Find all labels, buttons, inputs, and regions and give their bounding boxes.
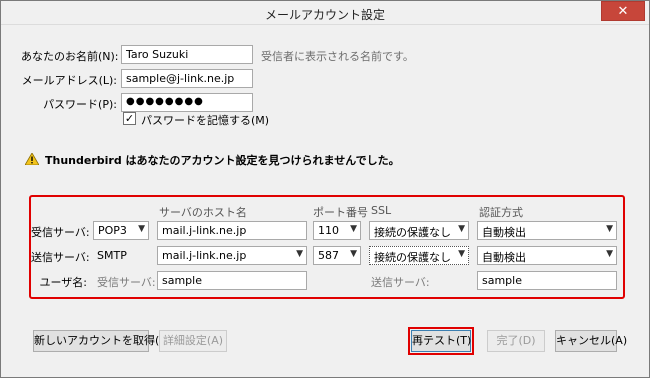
incoming-host-field[interactable]: mail.j-link.ne.jp — [157, 221, 307, 240]
chevron-down-icon: ▼ — [350, 224, 357, 234]
chevron-down-icon: ▼ — [296, 249, 303, 259]
username-outgoing-label: 送信サーバ: — [371, 276, 430, 289]
outgoing-username-field[interactable]: sample — [477, 271, 617, 290]
column-header-ssl: SSL — [371, 204, 392, 217]
retest-button[interactable]: 再テスト(T) — [408, 327, 474, 355]
incoming-port-select[interactable]: 110 ▼ — [313, 221, 361, 240]
window-title: メールアカウント設定 — [264, 8, 385, 22]
outgoing-auth-select[interactable]: 自動検出 ▼ — [477, 246, 617, 265]
cancel-button[interactable]: キャンセル(A) — [555, 330, 627, 352]
outgoing-auth-value: 自動検出 — [482, 251, 526, 264]
column-header-port: ポート番号 — [313, 206, 368, 219]
username-incoming-label: 受信サーバ: — [97, 276, 156, 289]
chevron-down-icon: ▼ — [350, 249, 357, 259]
incoming-auth-value: 自動検出 — [482, 226, 526, 239]
done-button[interactable]: 完了(D) — [487, 330, 545, 352]
outgoing-host-value: mail.j-link.ne.jp — [162, 249, 247, 262]
name-hint: 受信者に表示される名前です。 — [261, 50, 414, 63]
get-new-account-button[interactable]: 新しいアカウントを取得(G) — [33, 330, 172, 352]
chevron-down-icon: ▼ — [138, 224, 145, 234]
outgoing-port-value: 587 — [318, 249, 339, 262]
outgoing-host-select[interactable]: mail.j-link.ne.jp ▼ — [157, 246, 307, 265]
username-label: ユーザ名: — [39, 276, 88, 289]
outgoing-port-select[interactable]: 587 ▼ — [313, 246, 361, 265]
remember-password-checkbox[interactable]: ✓ — [123, 112, 136, 125]
chevron-down-icon: ▼ — [458, 249, 465, 259]
incoming-protocol-value: POP3 — [98, 224, 127, 237]
column-header-host: サーバのホスト名 — [159, 206, 247, 219]
name-field[interactable]: Taro Suzuki — [121, 45, 253, 64]
chevron-down-icon: ▼ — [606, 249, 613, 259]
incoming-ssl-value: 接続の保護なし — [374, 226, 451, 239]
incoming-protocol-select[interactable]: POP3 ▼ — [93, 221, 149, 240]
outgoing-ssl-value: 接続の保護なし — [374, 251, 451, 264]
chevron-down-icon: ▼ — [458, 224, 465, 234]
incoming-auth-select[interactable]: 自動検出 ▼ — [477, 221, 617, 240]
incoming-username-field[interactable]: sample — [157, 271, 307, 290]
dialog-body: あなたのお名前(N): Taro Suzuki 受信者に表示される名前です。 メ… — [1, 26, 649, 377]
email-field[interactable]: sample@j-link.ne.jp — [121, 69, 253, 88]
outgoing-protocol: SMTP — [97, 249, 127, 262]
incoming-port-value: 110 — [318, 224, 339, 237]
close-button[interactable]: ✕ — [601, 1, 645, 21]
mail-account-setup-window: メールアカウント設定 ✕ あなたのお名前(N): Taro Suzuki 受信者… — [0, 0, 650, 378]
advanced-settings-button[interactable]: 詳細設定(A) — [159, 330, 227, 352]
title-bar: メールアカウント設定 ✕ — [1, 1, 649, 25]
incoming-server-label: 受信サーバ: — [31, 226, 90, 239]
column-header-auth: 認証方式 — [479, 206, 523, 219]
email-label: メールアドレス(L): — [21, 74, 117, 87]
outgoing-ssl-select[interactable]: 接続の保護なし ▼ — [369, 246, 469, 265]
outgoing-server-label: 送信サーバ: — [31, 251, 90, 264]
warning-message: Thunderbird はあなたのアカウント設定を見つけられませんでした。 — [45, 154, 400, 167]
incoming-ssl-select[interactable]: 接続の保護なし ▼ — [369, 221, 469, 240]
password-label: パスワード(P): — [43, 98, 117, 111]
password-field[interactable]: ●●●●●●●● — [121, 93, 253, 112]
remember-password-label: パスワードを記憶する(M) — [141, 114, 270, 127]
name-label: あなたのお名前(N): — [21, 50, 119, 63]
chevron-down-icon: ▼ — [606, 224, 613, 234]
warning-icon — [25, 153, 39, 165]
